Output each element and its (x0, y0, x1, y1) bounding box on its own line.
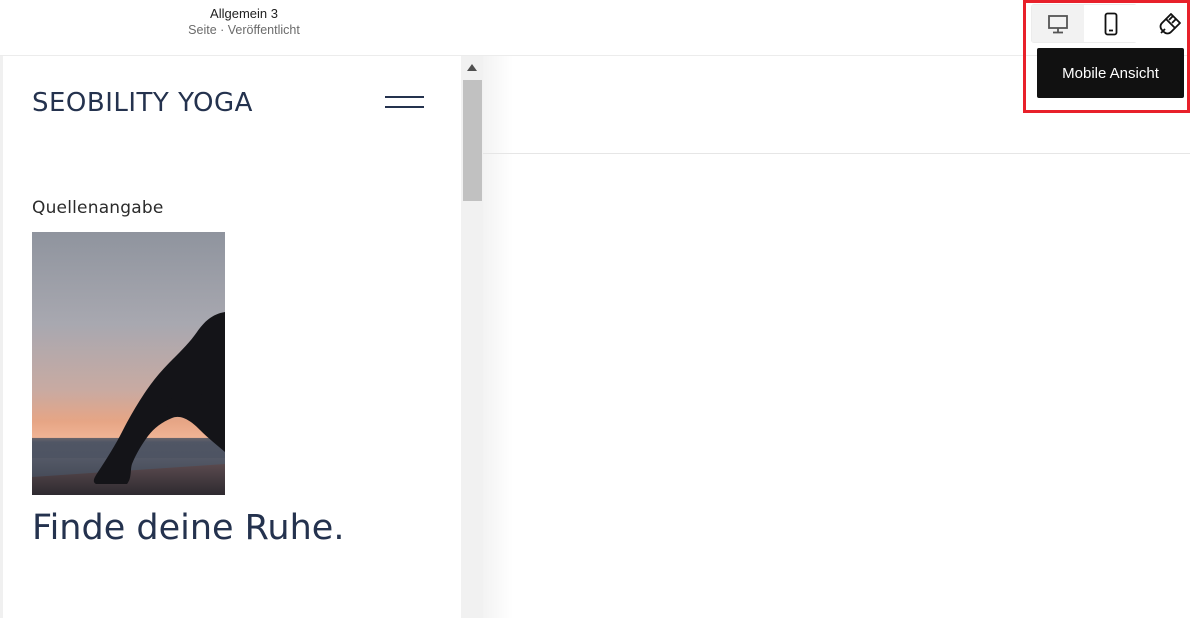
preview-scrollbar[interactable] (461, 56, 483, 618)
mobile-view-tooltip: Mobile Ansicht (1037, 48, 1184, 98)
page-title: Allgemein 3 (210, 6, 278, 21)
page-status: Seite · Veröffentlicht (188, 23, 300, 37)
yoga-silhouette-image (32, 232, 225, 495)
scroll-up-arrow-icon[interactable] (461, 56, 483, 78)
canvas-divider (483, 153, 1190, 154)
top-bar: Allgemein 3 Seite · Veröffentlicht (0, 0, 1190, 56)
page-info[interactable]: Allgemein 3 Seite · Veröffentlicht (150, 5, 338, 39)
desktop-view-button[interactable] (1032, 5, 1084, 42)
hamburger-menu-icon[interactable] (385, 96, 425, 112)
hamburger-line-top (385, 96, 424, 98)
headline: Finde deine Ruhe. (32, 508, 345, 548)
mobile-preview-frame: SEOBILITY YOGA Quellenangabe Finde deine… (3, 56, 460, 618)
source-label: Quellenangabe (32, 198, 164, 218)
scroll-thumb[interactable] (463, 80, 482, 201)
desktop-monitor-icon (1048, 14, 1068, 33)
design-brush-button[interactable] (1152, 8, 1188, 40)
paint-brush-icon (1159, 13, 1181, 35)
canvas-shadow (483, 56, 513, 618)
view-toggle (1031, 4, 1137, 43)
hamburger-line-bottom (385, 106, 424, 108)
mobile-phone-icon (1104, 12, 1118, 35)
mobile-view-button[interactable] (1085, 5, 1137, 42)
site-logo[interactable]: SEOBILITY YOGA (32, 88, 253, 118)
editor-window: Allgemein 3 Seite · Veröffentlicht Mobil… (0, 0, 1190, 618)
hero-image[interactable] (32, 232, 225, 495)
